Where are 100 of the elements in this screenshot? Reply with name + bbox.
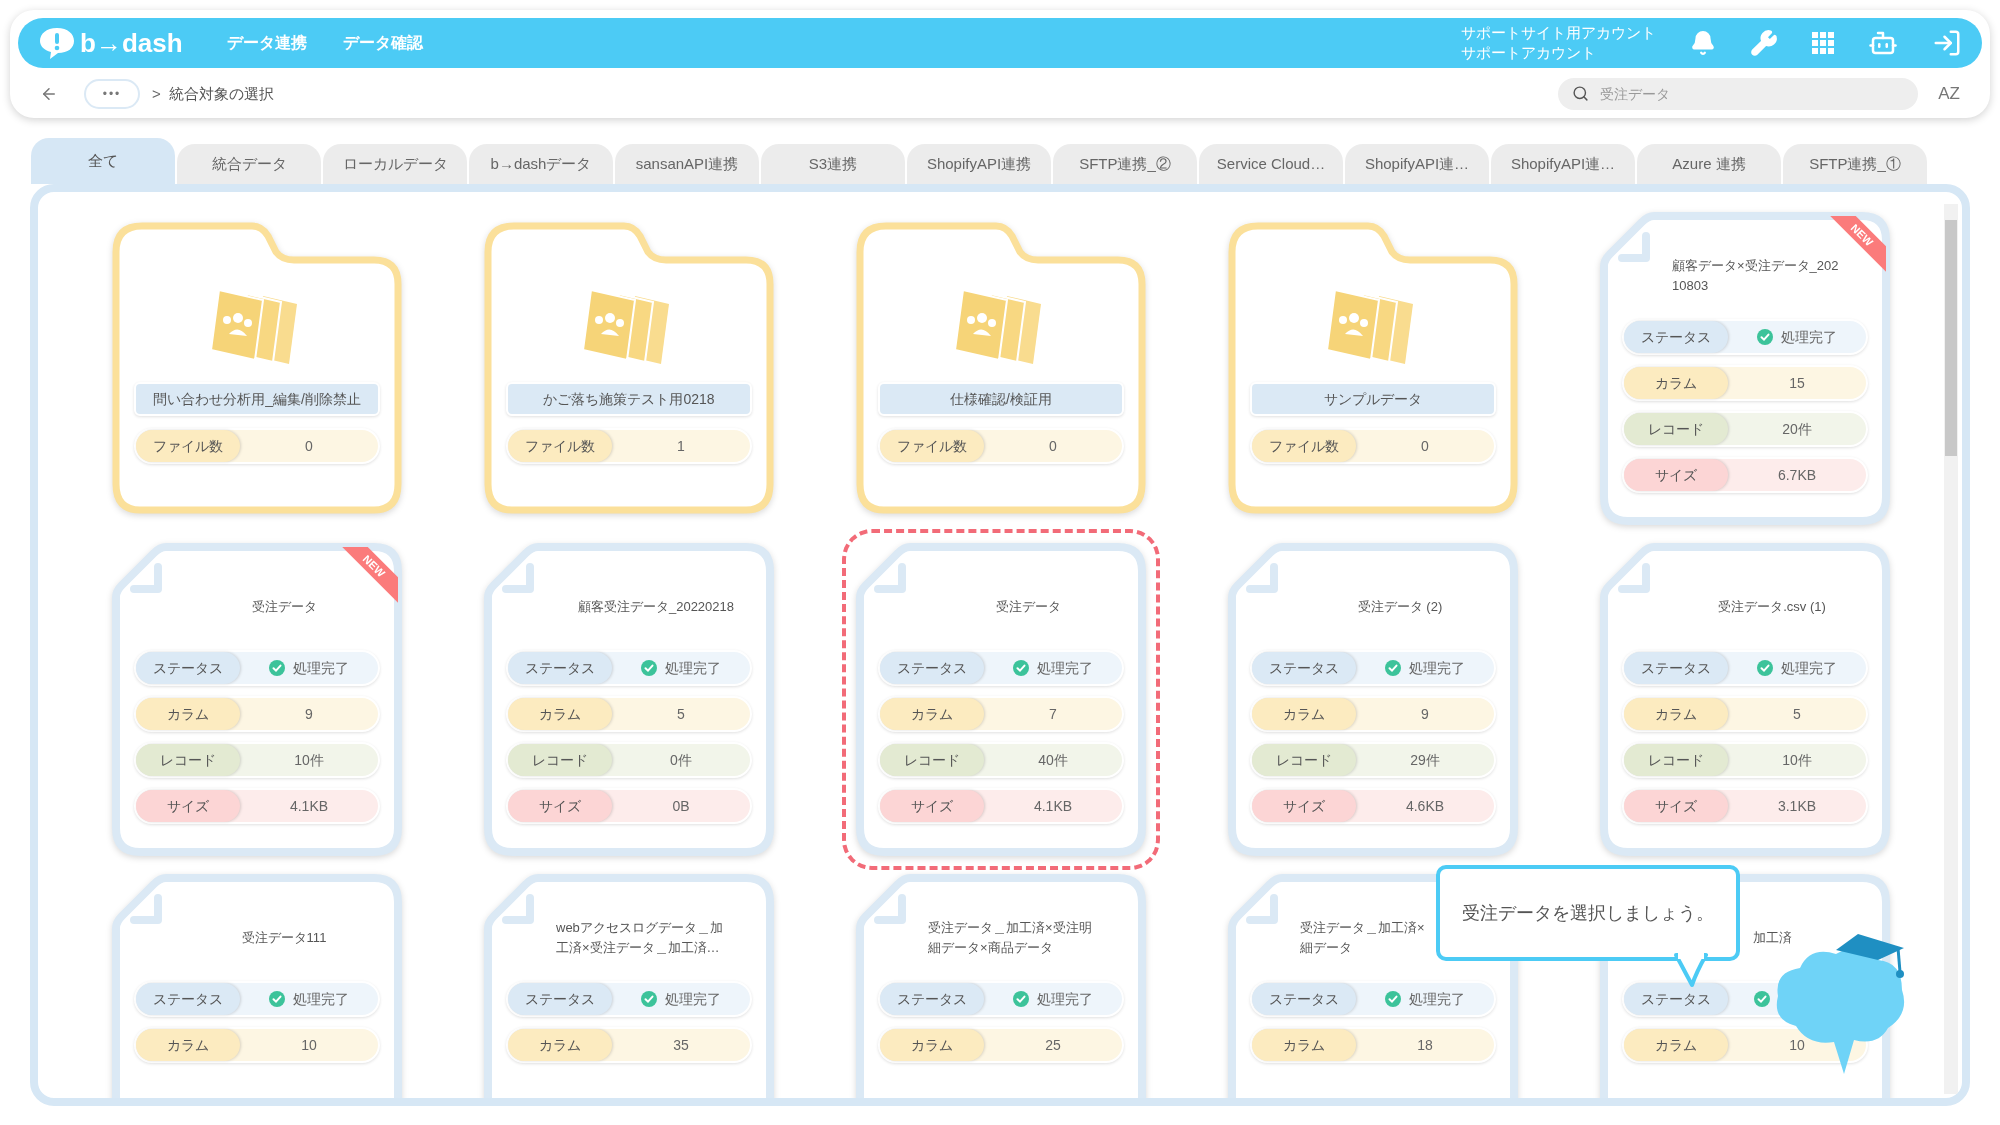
row-label: サイズ <box>1624 459 1728 491</box>
row-label: レコード <box>508 744 612 776</box>
tab[interactable]: SFTP連携_① <box>1783 144 1927 184</box>
row-value: 1 <box>677 436 685 456</box>
tab[interactable]: Azure 連携 <box>1637 144 1781 184</box>
row-label: レコード <box>1624 413 1728 445</box>
search-field[interactable]: 受注データ <box>1558 78 1919 110</box>
card-title: 受注データ <box>251 598 317 616</box>
row-value: 処理完了 <box>1781 327 1837 347</box>
row-value: 9 <box>1421 704 1429 724</box>
check-icon <box>1757 329 1773 345</box>
check-icon <box>641 660 657 676</box>
check-icon <box>1013 660 1029 676</box>
row-value: 5 <box>677 704 685 724</box>
speech-bubble: 受注データを選択しましょう。 <box>1436 865 1740 961</box>
row-value: 処理完了 <box>1037 989 1093 1009</box>
check-icon <box>1013 991 1029 1007</box>
row-label: カラム <box>1252 1029 1356 1061</box>
row-label: カラム <box>1624 698 1728 730</box>
row-value: 10 <box>1789 1035 1805 1055</box>
row-label: ファイル数 <box>136 430 240 462</box>
check-icon <box>1757 660 1773 676</box>
tab[interactable]: 統合データ <box>177 144 321 184</box>
breadcrumb-more-button[interactable]: ••• <box>84 79 140 109</box>
sort-button[interactable]: AZ <box>1938 81 1960 107</box>
row-label: ステータス <box>136 652 240 684</box>
row-label: サイズ <box>1252 790 1356 822</box>
row-value: 10 <box>301 1035 317 1055</box>
row-value: 15 <box>1789 373 1805 393</box>
row-label: サイズ <box>508 790 612 822</box>
check-icon <box>1754 991 1770 1007</box>
row-value: 20件 <box>1782 419 1812 439</box>
breadcrumb-current: 統合対象の選択 <box>168 83 274 104</box>
row-value: 35 <box>673 1035 689 1055</box>
row-label: レコード <box>136 744 240 776</box>
tab[interactable]: ShopifyAPI連… <box>1345 144 1489 184</box>
row-value: 0 <box>1421 436 1429 456</box>
row-value: 25 <box>1045 1035 1061 1055</box>
row-label: カラム <box>136 698 240 730</box>
apps-grid-icon[interactable] <box>1812 32 1834 54</box>
tab[interactable]: SFTP連携_② <box>1053 144 1197 184</box>
back-icon[interactable] <box>40 85 58 103</box>
logout-icon[interactable] <box>1932 28 1962 58</box>
row-value: 処理完了 <box>665 989 721 1009</box>
tab[interactable]: b→dashデータ <box>469 144 613 184</box>
card-title: 受注データ.csv (1) <box>1718 598 1826 616</box>
row-label: カラム <box>880 1029 984 1061</box>
tab[interactable]: sansanAPI連携 <box>615 144 759 184</box>
check-icon <box>1385 991 1401 1007</box>
row-label: カラム <box>508 698 612 730</box>
row-value: 10件 <box>294 750 324 770</box>
row-label: ステータス <box>508 983 612 1015</box>
tab[interactable]: ShopifyAPI連携 <box>907 144 1051 184</box>
check-icon <box>269 991 285 1007</box>
row-label: カラム <box>1252 698 1356 730</box>
row-value: 3.1KB <box>1777 796 1817 816</box>
row-value: 処理完了 <box>293 658 349 678</box>
row-label: ステータス <box>1624 321 1728 353</box>
row-label: ステータス <box>1252 983 1356 1015</box>
card-title: 顧客受注データ_20220218 <box>577 598 735 616</box>
card-title: webアクセスログデータ＿加 工済×受注データ＿加工済… <box>556 919 723 957</box>
row-label: カラム <box>1624 1029 1728 1061</box>
row-label: ステータス <box>880 983 984 1015</box>
row-value: 4.6KB <box>1405 796 1445 816</box>
row-value: 4.1KB <box>1033 796 1073 816</box>
tab[interactable]: 全て <box>31 138 175 184</box>
row-label: サイズ <box>1624 790 1728 822</box>
tab[interactable]: ShopifyAPI連… <box>1491 144 1635 184</box>
row-value: 処理完了 <box>293 989 349 1009</box>
card-title: 受注データ (2) <box>1357 598 1443 616</box>
row-label: サイズ <box>136 790 240 822</box>
folder-name: 問い合わせ分析用_編集/削除禁止 <box>134 382 380 416</box>
tab[interactable]: ローカルデータ <box>323 144 467 184</box>
check-icon <box>1385 660 1401 676</box>
row-label: ファイル数 <box>508 430 612 462</box>
wrench-icon[interactable] <box>1750 29 1778 57</box>
row-value: 5 <box>1793 704 1801 724</box>
logo-icon <box>38 26 76 60</box>
row-label: カラム <box>508 1029 612 1061</box>
row-value: 0B <box>672 796 690 816</box>
tab[interactable]: Service Cloud… <box>1199 144 1343 184</box>
row-label: カラム <box>1624 367 1728 399</box>
row-value: 0 <box>1049 436 1057 456</box>
scrollbar[interactable] <box>1944 204 1958 1094</box>
search-icon <box>1572 85 1590 102</box>
row-label: ステータス <box>136 983 240 1015</box>
tab[interactable]: S3連携 <box>761 144 905 184</box>
row-value: 処理完了 <box>1409 989 1465 1009</box>
row-value: 4.1KB <box>289 796 329 816</box>
row-value: 処理完了 <box>1781 658 1837 678</box>
row-label: ステータス <box>880 652 984 684</box>
row-label: ファイル数 <box>880 430 984 462</box>
row-label: ファイル数 <box>1252 430 1356 462</box>
check-icon <box>269 660 285 676</box>
row-value: 処理完了 <box>665 658 721 678</box>
folder-name: かご落ち施策テスト用0218 <box>506 382 752 416</box>
row-value: 0 <box>305 436 313 456</box>
card-title: 受注データ <box>995 598 1061 616</box>
notification-icon[interactable] <box>1690 30 1716 56</box>
row-label: カラム <box>880 698 984 730</box>
